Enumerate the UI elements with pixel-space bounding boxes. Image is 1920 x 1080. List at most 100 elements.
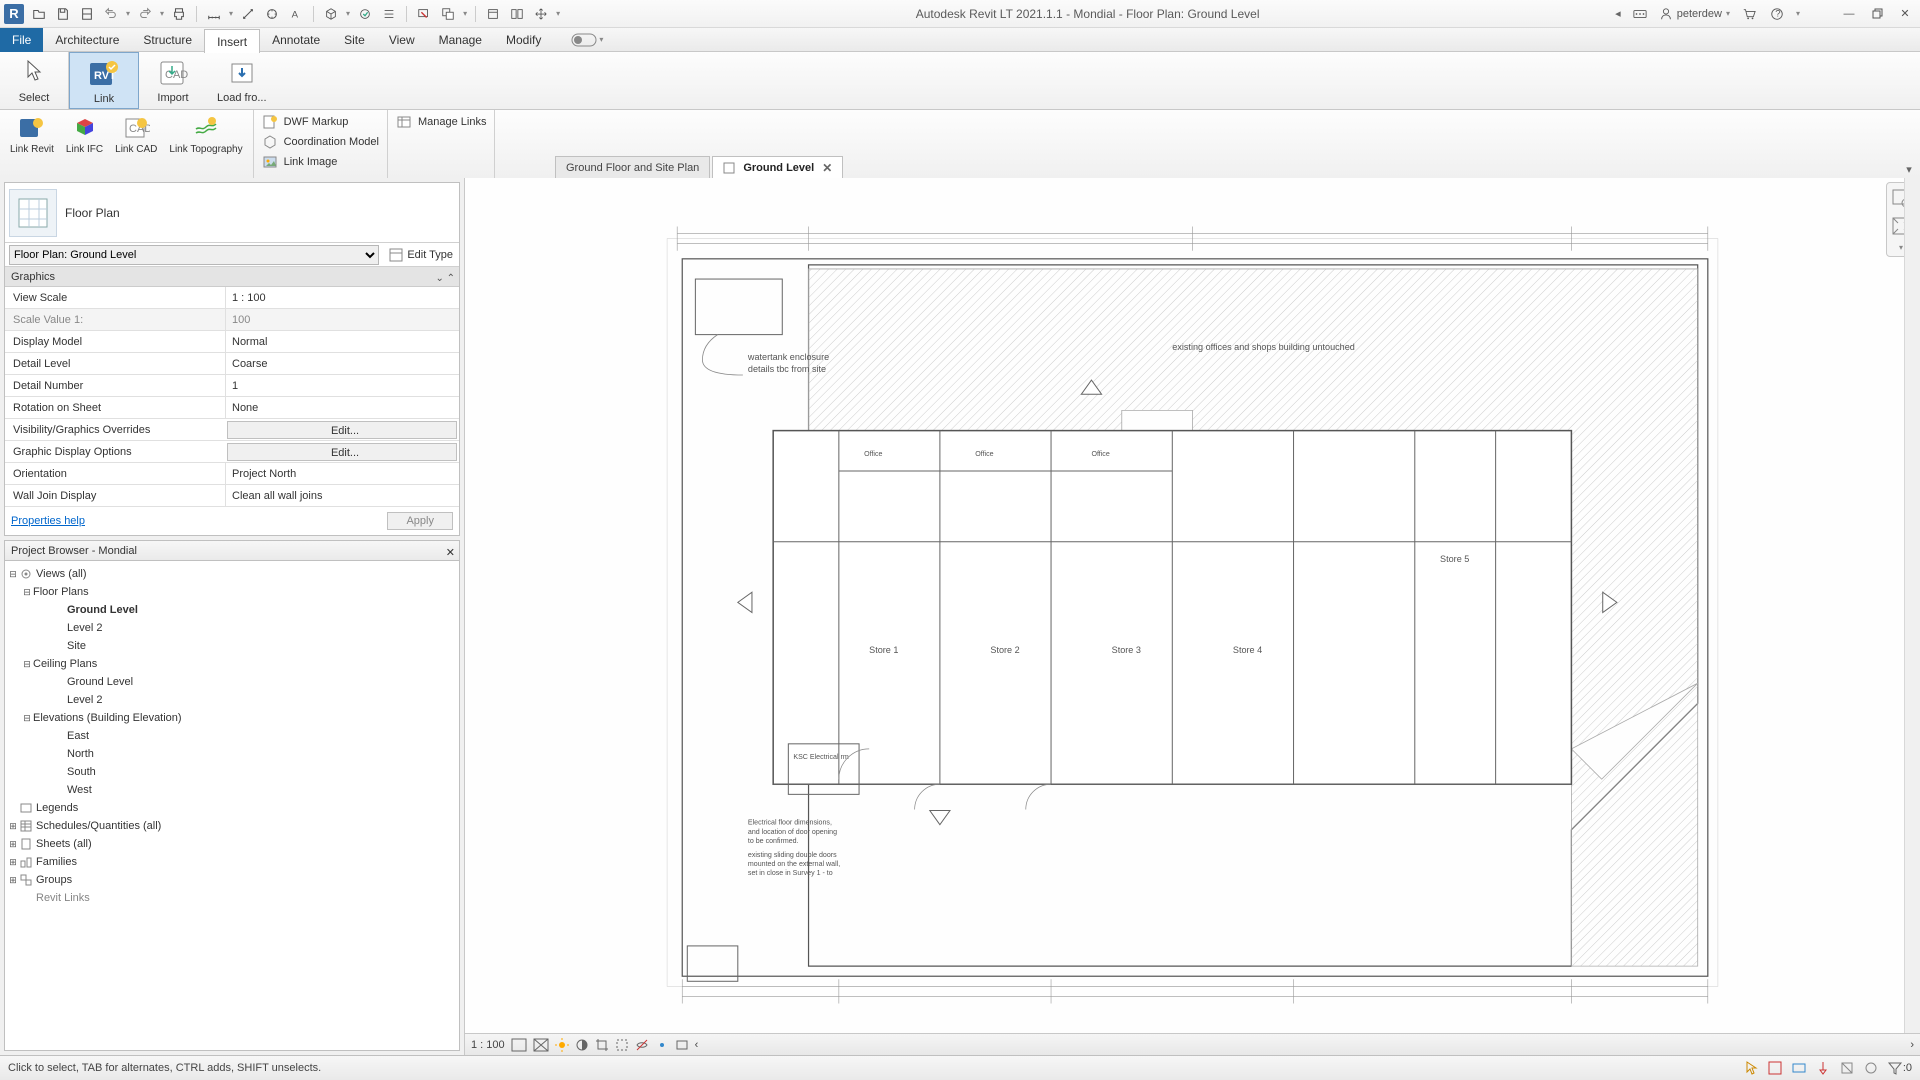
panel-link[interactable]: RVT Link [69, 52, 139, 109]
tree-ceiling-plans[interactable]: ⊟Ceiling Plans [7, 655, 457, 673]
view-tab-site-plan[interactable]: Ground Floor and Site Plan [555, 156, 710, 178]
vb-reveal-icon[interactable] [655, 1038, 669, 1052]
help-icon[interactable]: ? [1768, 5, 1786, 23]
menu-insert[interactable]: Insert [204, 29, 260, 53]
tree-views-all[interactable]: ⊟Views (all) [7, 565, 457, 583]
vb-crop-icon[interactable] [595, 1038, 609, 1052]
prop-view-scale-v[interactable]: 1 : 100 [225, 287, 459, 308]
vb-next-icon[interactable]: › [1910, 1039, 1914, 1051]
menu-modify[interactable]: Modify [494, 28, 553, 52]
status-select-pinned-icon[interactable] [1815, 1060, 1831, 1076]
vb-shadows-icon[interactable] [575, 1038, 589, 1052]
tree-cp-ground[interactable]: Ground Level [7, 673, 457, 691]
panel-load[interactable]: Load fro... [207, 52, 277, 109]
qat-sync-icon[interactable] [78, 5, 96, 23]
vb-hide-icon[interactable] [635, 1038, 649, 1052]
status-drag-icon[interactable] [1863, 1060, 1879, 1076]
cmd-coordination-model[interactable]: Coordination Model [262, 134, 379, 150]
canvas-scrollbar-v[interactable] [1904, 178, 1920, 1033]
tree-revit-links[interactable]: ⊞Revit Links [7, 889, 457, 907]
vb-scale[interactable]: 1 : 100 [471, 1039, 505, 1051]
qat-window-icon[interactable] [484, 5, 502, 23]
cmd-link-revit[interactable]: Link Revit [4, 112, 60, 176]
status-select-face-icon[interactable] [1839, 1060, 1855, 1076]
prop-vg-edit-button[interactable]: Edit... [227, 421, 457, 439]
vb-constraints-icon[interactable] [675, 1038, 689, 1052]
prop-display-model-v[interactable]: Normal [225, 331, 459, 352]
prop-wjoin-v[interactable]: Clean all wall joins [225, 485, 459, 506]
menu-annotate[interactable]: Annotate [260, 28, 332, 52]
qat-move-icon[interactable] [532, 5, 550, 23]
edit-type-button[interactable]: Edit Type [383, 248, 459, 262]
menu-site[interactable]: Site [332, 28, 377, 52]
drawing-canvas[interactable]: watertank enclosure details tbc from sit… [465, 178, 1920, 1055]
qat-3d-icon[interactable] [322, 5, 340, 23]
qat-tile-icon[interactable] [508, 5, 526, 23]
qat-measure-icon[interactable] [205, 5, 223, 23]
qat-section-icon[interactable] [356, 5, 374, 23]
qat-open-icon[interactable] [30, 5, 48, 23]
menu-structure[interactable]: Structure [131, 28, 204, 52]
vb-model-graphics-icon[interactable] [533, 1038, 549, 1052]
tree-site[interactable]: Site [7, 637, 457, 655]
status-filter[interactable]: :0 [1887, 1060, 1912, 1076]
cmd-link-cad[interactable]: CAD Link CAD [109, 112, 163, 176]
tree-east[interactable]: East [7, 727, 457, 745]
status-select-underlay-icon[interactable] [1791, 1060, 1807, 1076]
tree-south[interactable]: South [7, 763, 457, 781]
qat-save-icon[interactable] [54, 5, 72, 23]
panel-import[interactable]: CAD Import [139, 52, 207, 109]
keyboard-shortcuts-icon[interactable] [1631, 5, 1649, 23]
tree-north[interactable]: North [7, 745, 457, 763]
status-select-icon[interactable] [1743, 1060, 1759, 1076]
tree-west[interactable]: West [7, 781, 457, 799]
qat-text-icon[interactable]: A [287, 5, 305, 23]
status-select-links-icon[interactable] [1767, 1060, 1783, 1076]
qat-thin-lines-icon[interactable] [380, 5, 398, 23]
instance-selector[interactable]: Floor Plan: Ground Level [9, 245, 379, 265]
cart-icon[interactable] [1740, 5, 1758, 23]
view-tab-close-icon[interactable]: ✕ [822, 157, 832, 179]
project-browser-close-icon[interactable]: ✕ [446, 543, 455, 563]
tree-families[interactable]: ⊞Families [7, 853, 457, 871]
restore-icon[interactable] [1868, 5, 1886, 23]
properties-help-link[interactable]: Properties help [11, 515, 85, 527]
qat-print-icon[interactable] [170, 5, 188, 23]
prop-gdo-edit-button[interactable]: Edit... [227, 443, 457, 461]
prop-detail-number-v[interactable]: 1 [225, 375, 459, 396]
nav-left-icon[interactable]: ◂ [1615, 7, 1621, 20]
qat-close-hidden-icon[interactable] [415, 5, 433, 23]
qat-dimension-icon[interactable] [263, 5, 281, 23]
cmd-link-topo[interactable]: Link Topography [163, 112, 248, 176]
view-tab-ground-level[interactable]: Ground Level ✕ [712, 156, 843, 178]
prop-detail-level-v[interactable]: Coarse [225, 353, 459, 374]
cmd-link-image[interactable]: Link Image [262, 154, 379, 170]
properties-apply-button[interactable]: Apply [387, 512, 453, 530]
prop-group-graphics[interactable]: Graphics⌄ ⌃ [5, 267, 459, 287]
vb-crop-region-icon[interactable] [615, 1038, 629, 1052]
close-icon[interactable]: ✕ [1896, 5, 1914, 23]
tree-ground-level[interactable]: Ground Level [7, 601, 457, 619]
tree-schedules[interactable]: ⊞Schedules/Quantities (all) [7, 817, 457, 835]
minimize-icon[interactable]: — [1840, 5, 1858, 23]
vb-detail-icon[interactable] [511, 1038, 527, 1052]
vb-prev-icon[interactable]: ‹ [695, 1039, 699, 1051]
tree-groups[interactable]: ⊞Groups [7, 871, 457, 889]
qat-undo-icon[interactable] [102, 5, 120, 23]
tree-level-2[interactable]: Level 2 [7, 619, 457, 637]
tree-floor-plans[interactable]: ⊟Floor Plans [7, 583, 457, 601]
menu-file[interactable]: File [0, 28, 43, 52]
cmd-manage-links[interactable]: Manage Links [396, 114, 487, 130]
view-tab-expander-icon[interactable]: ▾ [1902, 162, 1916, 176]
menu-architecture[interactable]: Architecture [43, 28, 131, 52]
menu-manage[interactable]: Manage [427, 28, 494, 52]
prop-rotation-v[interactable]: None [225, 397, 459, 418]
tree-elevations[interactable]: ⊟Elevations (Building Elevation) [7, 709, 457, 727]
panel-select[interactable]: Select [0, 52, 69, 109]
tree-legends[interactable]: ⊟Legends [7, 799, 457, 817]
cmd-dwf-markup[interactable]: DWF Markup [262, 114, 379, 130]
prop-orient-v[interactable]: Project North [225, 463, 459, 484]
qat-redo-icon[interactable] [136, 5, 154, 23]
cmd-link-ifc[interactable]: Link IFC [60, 112, 109, 176]
tree-sheets[interactable]: ⊞Sheets (all) [7, 835, 457, 853]
